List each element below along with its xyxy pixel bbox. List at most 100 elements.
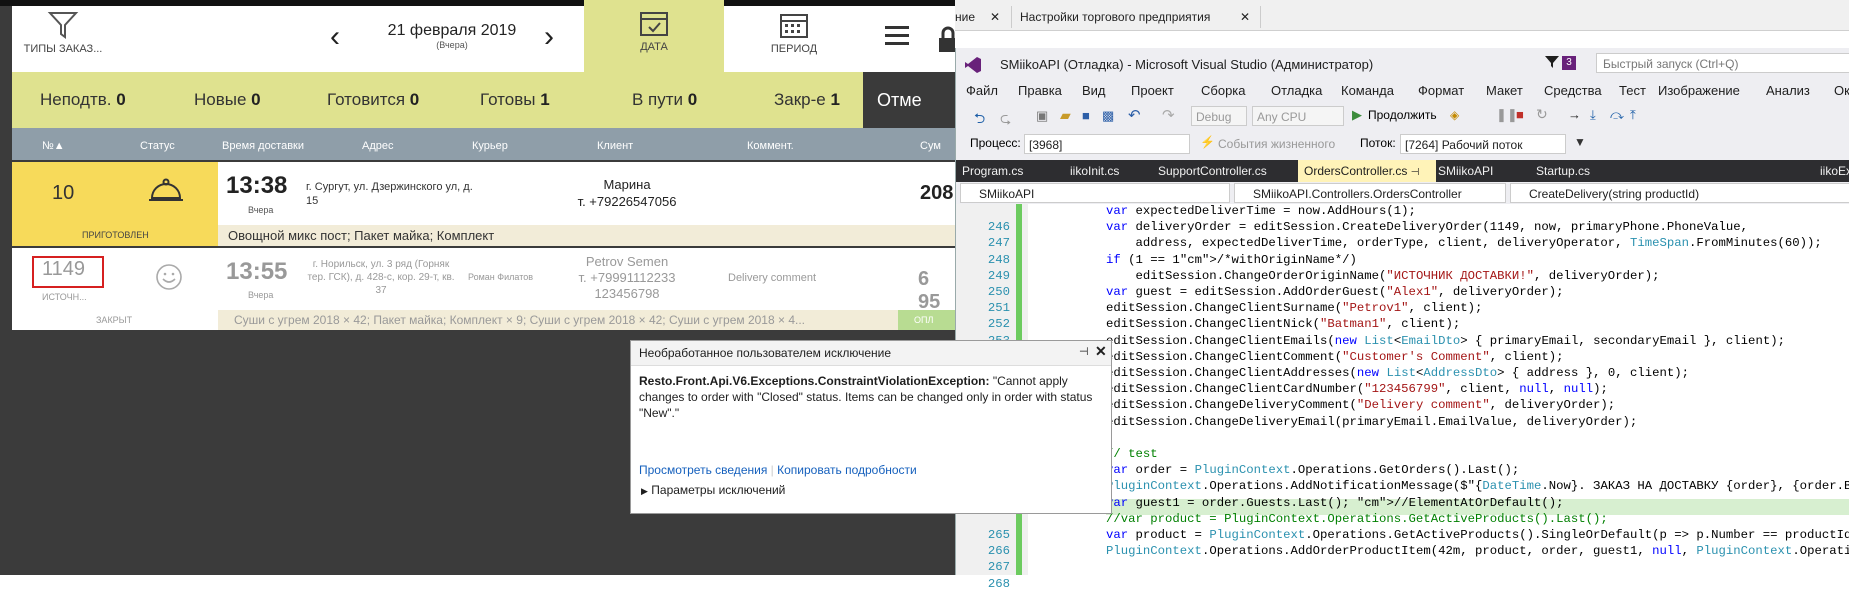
order-address: г. Норильск, ул. 3 ряд (Горняк тер. ГСК)… [307,259,455,296]
play-icon: ▶ [1352,107,1362,122]
browser-tab[interactable]: ние ✕ [955,6,1007,28]
next-day-button[interactable]: › [544,22,570,54]
tab-iikoext[interactable]: iikoExt [1814,160,1849,182]
forward-arrow-icon[interactable]: ⮎ [1000,108,1011,132]
app-header: ТИПЫ ЗАКАЗ... ‹ 21 февраля 2019 (Вчера) … [12,0,955,72]
vs-title-bar: SMiikoAPI (Отладка) - Microsoft Visual S… [956,48,1849,80]
menu-window[interactable]: Окно [1834,83,1849,98]
menu-layout[interactable]: Макет [1486,83,1523,98]
class-nav-select[interactable]: SMiikoAPI.Controllers.OrdersController [1234,183,1506,203]
menu-image[interactable]: Изображение [1658,83,1740,98]
client-info: Марина т. +79226547056 [552,176,702,210]
col-delivery-time[interactable]: Время доставки [222,140,304,152]
line-number: 247 [987,236,1010,251]
status-cancelled[interactable]: Отме [863,72,955,128]
continue-button[interactable]: Продолжить [1368,108,1437,122]
view-details-link[interactable]: Просмотреть сведения [639,463,767,477]
table-row[interactable]: 1149 ИСТОЧН... 13:55 Вчера г. Норильск, … [12,248,955,330]
pause-icon[interactable]: ❚❚ [1496,107,1518,123]
order-type-filter[interactable]: ТИПЫ ЗАКАЗ... [18,10,108,55]
configuration-select[interactable]: Debug [1191,106,1247,126]
redo-icon[interactable]: ↷ [1162,106,1175,124]
col-client[interactable]: Клиент [597,140,633,152]
code-line: // test [1106,447,1158,461]
col-courier[interactable]: Курьер [472,140,508,152]
step-into-icon[interactable]: ⤓ [1590,107,1596,123]
attach-icon[interactable]: ◈ [1450,108,1459,122]
quick-launch-input[interactable]: Быстрый запуск (Ctrl+Q) [1596,53,1849,73]
close-icon[interactable]: ✕ [990,6,1000,28]
col-status[interactable]: Статус [140,140,175,152]
row-footer: ЗАКРЫТ Суши с угрем 2018 × 42; Пакет май… [12,310,955,330]
pin-icon[interactable]: ⊣ [1079,345,1089,358]
lifecycle-events-select[interactable]: События жизненного цикла [1214,134,1354,171]
browser-tab[interactable]: Настройки торгового предприятия ✕ [1011,6,1261,28]
prev-day-button[interactable]: ‹ [330,22,356,54]
process-select[interactable]: [3968] Resto.Front.Api.Host.exe [1024,134,1190,172]
menu-file[interactable]: Файл [966,83,998,98]
lock-button[interactable] [938,26,955,59]
save-icon[interactable]: ■ [1082,108,1090,123]
tab-startup-cs[interactable]: Startup.cs [1530,160,1596,182]
show-next-statement-icon[interactable]: → [1568,107,1581,122]
step-over-icon[interactable]: ⤼ [1610,107,1624,123]
close-icon[interactable]: ✕ [1095,343,1107,360]
project-nav-select[interactable]: SMiikoAPI [960,183,1230,203]
status-on-the-way[interactable]: В пути 0 [632,90,697,110]
platform-select[interactable]: Any CPU [1252,106,1344,126]
member-nav-select[interactable]: CreateDelivery(string productId) [1510,183,1849,203]
col-comment[interactable]: Коммент. [747,140,794,152]
restart-icon[interactable]: ↻ [1536,106,1548,123]
menu-tools[interactable]: Средства [1544,83,1602,98]
status-new[interactable]: Новые 0 [194,90,261,110]
menu-debug[interactable]: Отладка [1271,83,1322,98]
notifications-icon[interactable] [1544,54,1560,73]
tab-iikoinit-cs[interactable]: iikoInit.cs [1064,160,1125,182]
close-icon[interactable]: ✕ [1240,6,1250,28]
status-closed[interactable]: Закр-е 1 [774,90,840,110]
chevron-right-icon: › [544,20,554,53]
status-cooking[interactable]: Готовится 0 [327,90,419,110]
save-all-icon[interactable]: ▩ [1102,108,1114,124]
menu-team[interactable]: Команда [1341,83,1394,98]
line-number: 268 [987,576,1010,591]
thread-select[interactable]: [7264] Рабочий поток [1400,134,1566,154]
line-number: 252 [987,317,1010,332]
menu-analyze[interactable]: Анализ [1766,83,1810,98]
back-arrow-icon[interactable]: ⮌ [974,108,985,132]
exception-settings[interactable]: ▶ Параметры исключений [641,483,785,497]
tab-smiikoapi[interactable]: SMiikoAPI [1432,160,1499,182]
exception-settings-label: Параметры исключений [651,483,786,497]
tab-date[interactable]: ДАТА [584,0,724,72]
vs-debug-location-bar: Процесс: [3968] Resto.Front.Api.Host.exe… [956,130,1849,172]
status-unconfirmed[interactable]: Неподтв. 0 [40,90,126,110]
undo-icon[interactable]: ↶ [1128,106,1141,124]
pin-icon[interactable]: ⊣ [1411,167,1420,178]
stop-icon[interactable]: ■ [1516,107,1524,122]
status-ready[interactable]: Готовы 1 [480,90,550,110]
menu-format[interactable]: Формат [1418,83,1464,98]
step-out-icon[interactable]: ⤒ [1630,107,1636,123]
table-row[interactable]: 10 13:38 Вчера г. Сургут, ул. Дзержинско… [12,162,955,246]
tab-period[interactable]: ПЕРИОД [724,10,864,55]
menu-view[interactable]: Вид [1082,83,1106,98]
col-sum[interactable]: Сум [920,140,941,152]
copy-details-link[interactable]: Копировать подробности [777,463,917,477]
col-number[interactable]: №▲ [42,140,65,152]
menu-button[interactable] [884,24,914,53]
menu-build[interactable]: Сборка [1201,83,1246,98]
new-project-icon[interactable]: ▣ [1036,108,1048,124]
col-address[interactable]: Адрес [362,140,394,152]
tab-orderscontroller-cs[interactable]: OrdersController.cs ⊣ ✕ [1298,160,1436,202]
code-line: var guest = editSession.AddOrderGuest("A… [1106,285,1564,299]
menu-edit[interactable]: Правка [1018,83,1062,98]
code-line: PluginContext.Operations.AddOrderProduct… [1106,544,1849,559]
menu-test[interactable]: Тест [1619,83,1646,98]
open-folder-icon[interactable]: ▰ [1060,107,1071,124]
line-number: 248 [987,252,1010,267]
tab-supportcontroller-cs[interactable]: SupportController.cs [1152,160,1273,182]
filter-icon[interactable]: ▼ [1574,135,1586,149]
calendar-icon [780,14,808,38]
tab-program-cs[interactable]: Program.cs [956,160,1029,182]
menu-project[interactable]: Проект [1131,83,1174,98]
